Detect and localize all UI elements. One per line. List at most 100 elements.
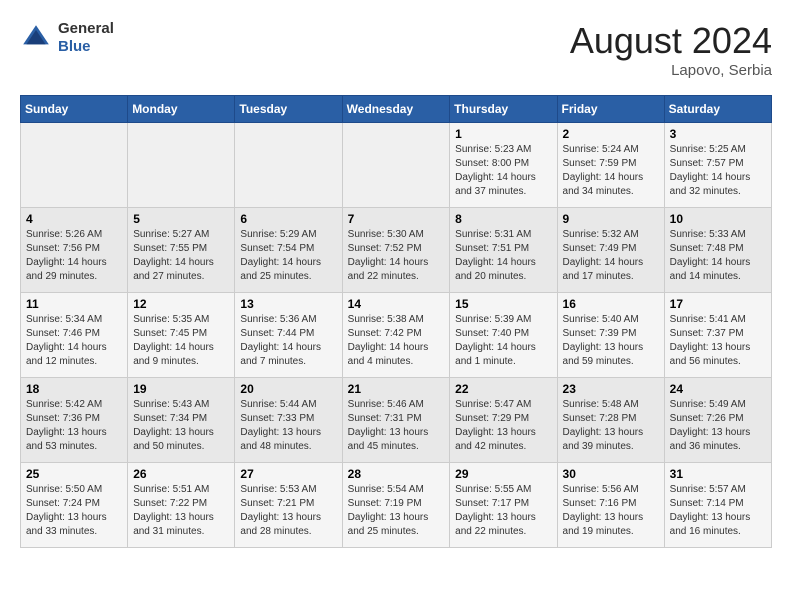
calendar-cell: 10 Sunrise: 5:33 AM Sunset: 7:48 PM Dayli…: [664, 208, 771, 293]
day-detail: Sunrise: 5:33 AM Sunset: 7:48 PM Dayligh…: [670, 228, 766, 284]
calendar-cell: 1 Sunrise: 5:23 AM Sunset: 8:00 PM Daylig…: [450, 123, 557, 208]
calendar-cell: 12 Sunrise: 5:35 AM Sunset: 7:45 PM Dayli…: [128, 293, 235, 378]
calendar-week-row: 11 Sunrise: 5:34 AM Sunset: 7:46 PM Dayli…: [21, 293, 772, 378]
day-number: 5: [133, 212, 229, 226]
calendar-cell: 3 Sunrise: 5:25 AM Sunset: 7:57 PM Daylig…: [664, 123, 771, 208]
day-number: 4: [26, 212, 122, 226]
day-detail: Sunrise: 5:27 AM Sunset: 7:55 PM Dayligh…: [133, 228, 229, 284]
calendar-cell: 7Sunrise: 5:30 AM Sunset: 7:52 PM Daylig…: [342, 208, 450, 293]
day-detail: Sunrise: 5:46 AM Sunset: 7:31 PM Dayligh…: [348, 398, 445, 454]
day-number: 22: [455, 382, 551, 396]
day-number: 19: [133, 382, 229, 396]
month-year-title: August 2024: [570, 20, 772, 62]
day-detail: Sunrise: 5:39 AM Sunset: 7:40 PM Dayligh…: [455, 313, 551, 369]
day-number: 6: [240, 212, 336, 226]
day-detail: Sunrise: 5:47 AM Sunset: 7:29 PM Dayligh…: [455, 398, 551, 454]
calendar-week-row: 4Sunrise: 5:26 AM Sunset: 7:56 PM Daylig…: [21, 208, 772, 293]
day-detail: Sunrise: 5:34 AM Sunset: 7:46 PM Dayligh…: [26, 313, 122, 369]
weekday-header-sunday: Sunday: [21, 96, 128, 123]
day-number: 25: [26, 467, 122, 481]
calendar-cell: 25 Sunrise: 5:50 AM Sunset: 7:24 PM Dayli…: [21, 463, 128, 548]
calendar-table: SundayMondayTuesdayWednesdayThursdayFrid…: [20, 95, 772, 548]
day-number: 7: [348, 212, 445, 226]
day-detail: Sunrise: 5:50 AM Sunset: 7:24 PM Dayligh…: [26, 483, 122, 539]
day-detail: Sunrise: 5:35 AM Sunset: 7:45 PM Dayligh…: [133, 313, 229, 369]
calendar-cell: 20 Sunrise: 5:44 AM Sunset: 7:33 PM Dayli…: [235, 378, 342, 463]
day-detail: Sunrise: 5:43 AM Sunset: 7:34 PM Dayligh…: [133, 398, 229, 454]
day-detail: Sunrise: 5:56 AM Sunset: 7:16 PM Dayligh…: [563, 483, 659, 539]
calendar-cell: 5 Sunrise: 5:27 AM Sunset: 7:55 PM Daylig…: [128, 208, 235, 293]
calendar-cell: 8Sunrise: 5:31 AM Sunset: 7:51 PM Daylig…: [450, 208, 557, 293]
calendar-cell: 30 Sunrise: 5:56 AM Sunset: 7:16 PM Dayli…: [557, 463, 664, 548]
day-number: 20: [240, 382, 336, 396]
day-number: 30: [563, 467, 659, 481]
day-detail: Sunrise: 5:57 AM Sunset: 7:14 PM Dayligh…: [670, 483, 766, 539]
day-detail: Sunrise: 5:41 AM Sunset: 7:37 PM Dayligh…: [670, 313, 766, 369]
calendar-cell: [21, 123, 128, 208]
calendar-header-row: SundayMondayTuesdayWednesdayThursdayFrid…: [21, 96, 772, 123]
calendar-cell: 17 Sunrise: 5:41 AM Sunset: 7:37 PM Dayli…: [664, 293, 771, 378]
logo-blue-text: Blue: [58, 38, 114, 56]
calendar-cell: 23 Sunrise: 5:48 AM Sunset: 7:28 PM Dayli…: [557, 378, 664, 463]
day-detail: Sunrise: 5:31 AM Sunset: 7:51 PM Dayligh…: [455, 228, 551, 284]
logo: General Blue: [20, 20, 114, 56]
day-detail: Sunrise: 5:38 AM Sunset: 7:42 PM Dayligh…: [348, 313, 445, 369]
day-number: 21: [348, 382, 445, 396]
weekday-header-monday: Monday: [128, 96, 235, 123]
day-number: 26: [133, 467, 229, 481]
day-detail: Sunrise: 5:40 AM Sunset: 7:39 PM Dayligh…: [563, 313, 659, 369]
day-number: 31: [670, 467, 766, 481]
weekday-header-friday: Friday: [557, 96, 664, 123]
calendar-week-row: 18Sunrise: 5:42 AM Sunset: 7:36 PM Dayli…: [21, 378, 772, 463]
day-detail: Sunrise: 5:49 AM Sunset: 7:26 PM Dayligh…: [670, 398, 766, 454]
calendar-cell: 16 Sunrise: 5:40 AM Sunset: 7:39 PM Dayli…: [557, 293, 664, 378]
day-detail: Sunrise: 5:24 AM Sunset: 7:59 PM Dayligh…: [563, 143, 659, 199]
day-detail: Sunrise: 5:36 AM Sunset: 7:44 PM Dayligh…: [240, 313, 336, 369]
calendar-cell: [128, 123, 235, 208]
calendar-cell: [342, 123, 450, 208]
day-detail: Sunrise: 5:44 AM Sunset: 7:33 PM Dayligh…: [240, 398, 336, 454]
calendar-cell: 11 Sunrise: 5:34 AM Sunset: 7:46 PM Dayli…: [21, 293, 128, 378]
day-detail: Sunrise: 5:29 AM Sunset: 7:54 PM Dayligh…: [240, 228, 336, 284]
calendar-cell: 18Sunrise: 5:42 AM Sunset: 7:36 PM Dayli…: [21, 378, 128, 463]
logo-text: General Blue: [58, 20, 114, 56]
calendar-cell: 15 Sunrise: 5:39 AM Sunset: 7:40 PM Dayli…: [450, 293, 557, 378]
logo-general-text: General: [58, 20, 114, 38]
calendar-cell: 24Sunrise: 5:49 AM Sunset: 7:26 PM Dayli…: [664, 378, 771, 463]
weekday-header-tuesday: Tuesday: [235, 96, 342, 123]
day-number: 15: [455, 297, 551, 311]
calendar-cell: 19 Sunrise: 5:43 AM Sunset: 7:34 PM Dayli…: [128, 378, 235, 463]
day-number: 16: [563, 297, 659, 311]
day-number: 23: [563, 382, 659, 396]
page-header: General Blue August 2024 Lapovo, Serbia: [20, 20, 772, 79]
calendar-cell: 22 Sunrise: 5:47 AM Sunset: 7:29 PM Dayli…: [450, 378, 557, 463]
day-detail: Sunrise: 5:55 AM Sunset: 7:17 PM Dayligh…: [455, 483, 551, 539]
day-number: 13: [240, 297, 336, 311]
calendar-cell: 27Sunrise: 5:53 AM Sunset: 7:21 PM Dayli…: [235, 463, 342, 548]
calendar-cell: 21 Sunrise: 5:46 AM Sunset: 7:31 PM Dayli…: [342, 378, 450, 463]
calendar-cell: 31 Sunrise: 5:57 AM Sunset: 7:14 PM Dayli…: [664, 463, 771, 548]
day-number: 10: [670, 212, 766, 226]
weekday-header-wednesday: Wednesday: [342, 96, 450, 123]
day-number: 3: [670, 127, 766, 141]
day-number: 29: [455, 467, 551, 481]
day-detail: Sunrise: 5:48 AM Sunset: 7:28 PM Dayligh…: [563, 398, 659, 454]
calendar-cell: 28Sunrise: 5:54 AM Sunset: 7:19 PM Dayli…: [342, 463, 450, 548]
day-number: 9: [563, 212, 659, 226]
logo-icon: [20, 22, 52, 54]
day-number: 11: [26, 297, 122, 311]
day-number: 2: [563, 127, 659, 141]
weekday-header-saturday: Saturday: [664, 96, 771, 123]
day-detail: Sunrise: 5:54 AM Sunset: 7:19 PM Dayligh…: [348, 483, 445, 539]
location-subtitle: Lapovo, Serbia: [570, 62, 772, 79]
calendar-cell: 2 Sunrise: 5:24 AM Sunset: 7:59 PM Daylig…: [557, 123, 664, 208]
calendar-cell: 4Sunrise: 5:26 AM Sunset: 7:56 PM Daylig…: [21, 208, 128, 293]
day-detail: Sunrise: 5:25 AM Sunset: 7:57 PM Dayligh…: [670, 143, 766, 199]
day-number: 12: [133, 297, 229, 311]
day-number: 17: [670, 297, 766, 311]
calendar-week-row: 25 Sunrise: 5:50 AM Sunset: 7:24 PM Dayli…: [21, 463, 772, 548]
day-number: 1: [455, 127, 551, 141]
day-detail: Sunrise: 5:23 AM Sunset: 8:00 PM Dayligh…: [455, 143, 551, 199]
day-detail: Sunrise: 5:53 AM Sunset: 7:21 PM Dayligh…: [240, 483, 336, 539]
calendar-cell: 6 Sunrise: 5:29 AM Sunset: 7:54 PM Daylig…: [235, 208, 342, 293]
